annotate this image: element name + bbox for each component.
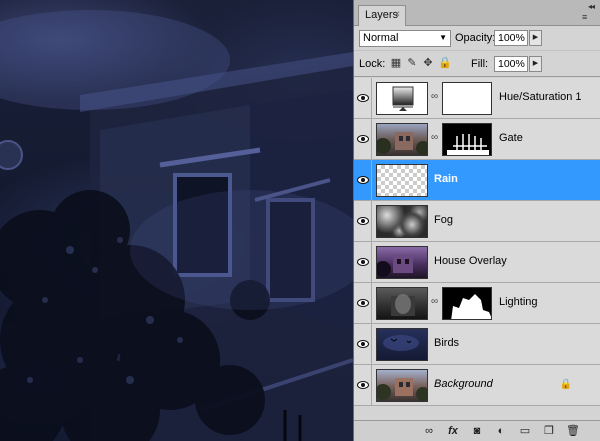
adjustment-layer-icon (376, 82, 428, 115)
fill-label: Fill: (471, 58, 489, 70)
lock-fill-row: Lock: ▦ ✎ ✥ 🔒 Fill: 100% ▶ (354, 51, 600, 77)
blend-opacity-row: Normal ▼ Opacity: 100% ▶ (354, 26, 600, 51)
eye-icon[interactable] (354, 201, 372, 241)
layer-name[interactable]: Rain (434, 173, 458, 185)
layer-name[interactable]: Hue/Saturation 1 (499, 91, 582, 103)
eye-icon[interactable] (354, 242, 372, 282)
house-scene (0, 10, 353, 441)
layer-row-gate[interactable]: ∞ Gate (354, 119, 600, 160)
eye-icon[interactable] (354, 365, 372, 405)
layer-mask-thumbnail[interactable] (442, 82, 492, 115)
layer-name[interactable]: Lighting (499, 296, 538, 308)
adjustment-layer-icon[interactable]: ◐ (494, 424, 508, 438)
collapse-panel-icon[interactable]: ◂◂ (588, 2, 595, 11)
opacity-input[interactable]: 100% (494, 30, 528, 46)
link-icon[interactable]: ∞ (431, 91, 439, 102)
fill-input[interactable]: 100% (494, 56, 528, 72)
lock-all-icon[interactable]: 🔒 (438, 58, 452, 70)
close-icon[interactable]: × (394, 9, 400, 20)
lock-label: Lock: (359, 58, 386, 70)
layer-mask-thumbnail[interactable] (442, 123, 492, 156)
panel-footer: ∞ fx ◙ ◐ ▭ ❐ 🗑 (354, 420, 600, 441)
layer-row-fog[interactable]: Fog (354, 201, 600, 242)
layers-panel: Layers × ◂◂ ≡ Normal ▼ Opacity: 100% ▶ L… (353, 0, 600, 441)
eye-icon[interactable] (354, 78, 372, 118)
trash-icon[interactable]: 🗑 (566, 424, 580, 438)
layer-thumbnail (376, 328, 428, 361)
layer-name[interactable]: Gate (499, 132, 523, 144)
opacity-slider-arrow-icon[interactable]: ▶ (529, 30, 542, 46)
lock-image-pixels-icon[interactable]: ✎ (406, 58, 418, 70)
link-layers-icon[interactable]: ∞ (422, 424, 436, 438)
layer-row-birds[interactable]: Birds (354, 324, 600, 365)
layer-row-hue-saturation[interactable]: ∞ Hue/Saturation 1 (354, 78, 600, 119)
tab-layers-label: Layers (365, 9, 399, 21)
eye-icon[interactable] (354, 283, 372, 323)
tab-layers[interactable]: Layers × (358, 5, 406, 26)
transparent-layer-thumbnail (376, 164, 428, 197)
opacity-label: Opacity: (455, 32, 496, 44)
blend-mode-value: Normal (363, 32, 399, 44)
layer-name[interactable]: Fog (434, 214, 453, 226)
panel-tab-bar: Layers × ◂◂ ≡ (354, 0, 600, 26)
eye-icon[interactable] (354, 119, 372, 159)
layer-thumbnail (376, 123, 428, 156)
layer-name[interactable]: Birds (434, 337, 459, 349)
chevron-down-icon: ▼ (439, 33, 447, 42)
layer-name[interactable]: House Overlay (434, 255, 507, 267)
layer-thumbnail (376, 205, 428, 238)
fx-icon[interactable]: fx (446, 424, 460, 438)
lock-transparent-pixels-icon[interactable]: ▦ (390, 58, 402, 70)
layers-list: ∞ Hue/Saturation 1 ∞ Gate Rain Fog House… (354, 78, 600, 406)
add-mask-icon[interactable]: ◙ (470, 424, 484, 438)
layer-mask-thumbnail[interactable] (442, 287, 492, 320)
panel-menu-icon[interactable]: ≡ (582, 13, 594, 23)
fill-slider-arrow-icon[interactable]: ▶ (529, 56, 542, 72)
new-group-icon[interactable]: ▭ (518, 424, 532, 438)
lock-icon: 🔒 (559, 379, 572, 390)
layer-name[interactable]: Background (434, 378, 493, 390)
layer-row-house-overlay[interactable]: House Overlay (354, 242, 600, 283)
layer-row-rain[interactable]: Rain (354, 160, 600, 201)
layer-row-lighting[interactable]: ∞ Lighting (354, 283, 600, 324)
new-layer-icon[interactable]: ❐ (542, 424, 556, 438)
blend-mode-select[interactable]: Normal ▼ (359, 30, 451, 47)
layer-thumbnail (376, 246, 428, 279)
link-icon[interactable]: ∞ (431, 132, 439, 143)
eye-icon[interactable] (354, 160, 372, 200)
layer-row-background[interactable]: Background 🔒 (354, 365, 600, 406)
layer-thumbnail (376, 287, 428, 320)
eye-icon[interactable] (354, 324, 372, 364)
link-icon[interactable]: ∞ (431, 296, 439, 307)
layer-thumbnail (376, 369, 428, 402)
lock-position-icon[interactable]: ✥ (422, 58, 434, 70)
